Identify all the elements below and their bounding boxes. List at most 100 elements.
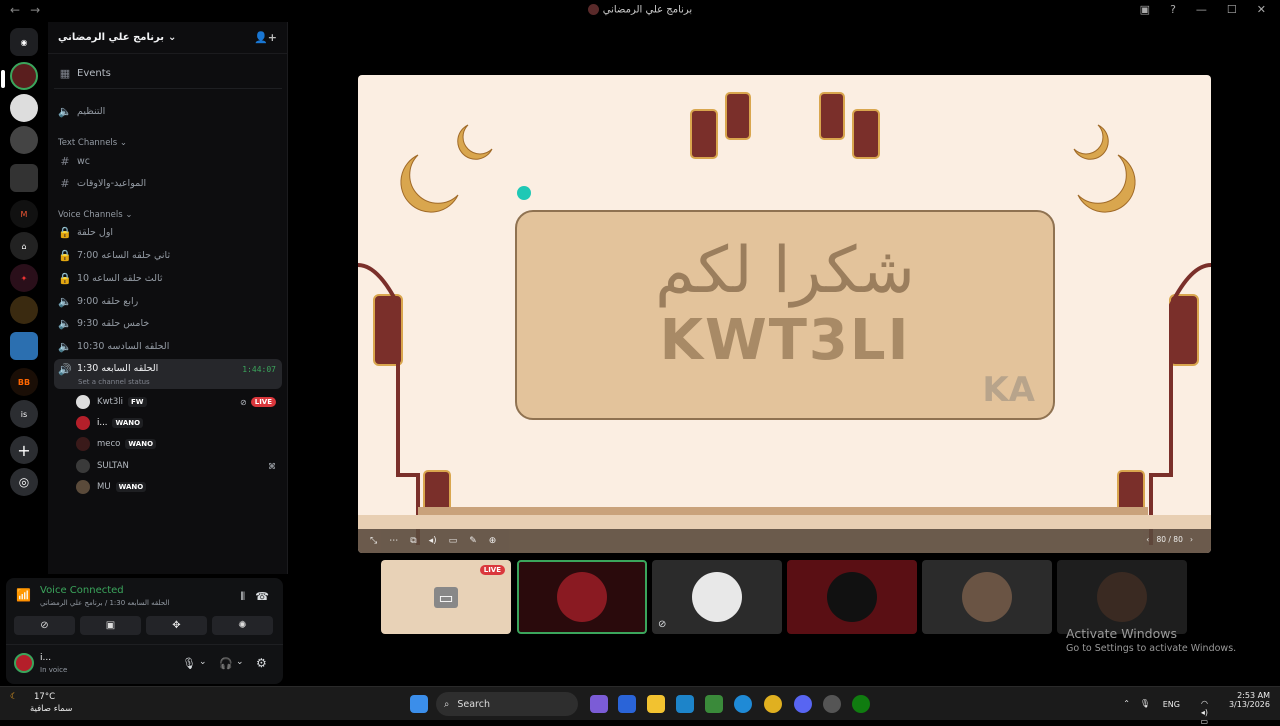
voice-channel-1[interactable]: 🔒 اول حلقة <box>54 222 282 242</box>
lock-icon: 🔒 <box>58 248 72 262</box>
xbox-icon[interactable] <box>852 695 870 713</box>
server-header[interactable]: برنامج علي الرمضاني ⌄ 👤+ <box>48 22 287 54</box>
activities-button[interactable]: ✥ <box>146 616 207 635</box>
voice-member[interactable]: Kwt3li FW ⊘ LIVE <box>76 393 276 411</box>
popout-icon[interactable]: ⧉ <box>410 536 416 546</box>
soundboard-icon: ✺ <box>238 620 247 631</box>
clock-date[interactable]: 3/13/2026 <box>1229 700 1270 709</box>
participant-tile[interactable] <box>787 560 917 634</box>
start-icon[interactable] <box>410 695 428 713</box>
participant-tile[interactable]: ⊘ <box>652 560 782 634</box>
zoom-icon[interactable]: ⊕ <box>489 536 497 546</box>
events-item[interactable]: ▦ Events <box>54 63 282 83</box>
invite-icon[interactable]: 👤+ <box>254 31 277 44</box>
speaker-active-icon: 🔊 <box>58 363 72 376</box>
participant-tile[interactable] <box>517 560 647 634</box>
discord-icon[interactable] <box>794 695 812 713</box>
discover-icon[interactable]: ◎ <box>10 468 38 496</box>
voice-channel-top[interactable]: 🔈 التنظيم <box>54 101 282 121</box>
system-tray[interactable]: ⌃ 🎙 ENG ◠ ◂) ▭ 2:53 AM 3/13/2026 <box>1123 691 1270 726</box>
server-icon-9[interactable]: BB <box>10 368 38 396</box>
edit-icon[interactable]: ✎ <box>469 536 477 546</box>
voice-channel-4[interactable]: 🔈 رابع حلقه 9:00 <box>54 291 282 311</box>
server-icon-6[interactable]: ✦ <box>10 264 38 292</box>
voice-category[interactable]: Voice Channels ⌄ <box>58 210 132 220</box>
copilot-icon[interactable] <box>590 695 608 713</box>
maximize-button[interactable]: ☐ <box>1227 3 1237 16</box>
shield-icon[interactable] <box>618 695 636 713</box>
screen-share-icon: ▣ <box>105 620 116 631</box>
minecraft-icon[interactable] <box>705 695 723 713</box>
discord-home-icon[interactable]: ◉ <box>10 28 38 56</box>
close-button[interactable]: ✕ <box>1257 3 1266 16</box>
camera-toggle-button[interactable]: ⊘ <box>14 616 75 635</box>
volume-icon[interactable]: ◂) <box>429 536 437 546</box>
server-icon-m[interactable]: M <box>10 200 38 228</box>
voice-channel-6[interactable]: 🔈 الحلقه السادسه 10:30 <box>54 336 282 356</box>
voice-connected-label[interactable]: Voice Connected <box>40 585 124 596</box>
server-icon-is[interactable]: is <box>10 400 38 428</box>
chevron-down-icon[interactable]: ⌄ <box>236 657 244 667</box>
folder-icon[interactable] <box>647 695 665 713</box>
voice-member[interactable]: MU WANO <box>76 478 276 496</box>
server-icon-3[interactable] <box>10 126 38 154</box>
channel-status[interactable]: Set a channel status <box>78 378 150 386</box>
language-indicator[interactable]: ENG <box>1163 700 1180 709</box>
avatar <box>76 416 90 430</box>
weather-widget[interactable]: ☾ 17°C سماء صافية <box>10 692 72 714</box>
voice-channel-active[interactable]: 🔊 الحلقه السابعه 1:30 1:44:07 Set a chan… <box>54 359 282 389</box>
chevron-down-icon[interactable]: ⌄ <box>199 657 207 667</box>
voice-channel-path[interactable]: الحلقه السابعه 1:30 / برنامج علي الرمضان… <box>40 599 169 607</box>
soundboard-button[interactable]: ✺ <box>212 616 273 635</box>
voice-member[interactable]: meco WANO <box>76 435 276 453</box>
server-folder-2[interactable] <box>10 332 38 360</box>
server-icon-7[interactable] <box>10 296 38 324</box>
participant-tile[interactable] <box>922 560 1052 634</box>
wifi-icon[interactable]: ◠ ◂) ▭ <box>1200 699 1208 726</box>
text-channel-schedule[interactable]: # المواعيد-والاوقات <box>54 173 282 193</box>
store-icon[interactable] <box>676 695 694 713</box>
signal-icon[interactable]: 📶 <box>16 588 31 602</box>
chevron-up-icon[interactable]: ⌃ <box>1123 699 1130 708</box>
clock-time[interactable]: 2:53 AM <box>1229 691 1270 700</box>
search-box[interactable]: ⌕ Search <box>436 692 578 716</box>
server-icon-ghost[interactable] <box>10 94 38 122</box>
minimize-button[interactable]: — <box>1196 3 1207 16</box>
fullscreen-icon[interactable]: ▭ <box>449 536 458 546</box>
disconnect-icon[interactable]: ☎ <box>255 590 269 603</box>
voice-member[interactable]: i... WANO <box>76 414 276 432</box>
user-avatar[interactable] <box>14 653 34 673</box>
voice-channel-3[interactable]: 🔒 ثالث حلقه الساعه 10 <box>54 268 282 288</box>
app-icon[interactable] <box>823 695 841 713</box>
server-folder-1[interactable] <box>10 164 38 192</box>
thank-you-card: شكرا لكم KWT3LI KA <box>515 210 1055 420</box>
voice-channel-5[interactable]: 🔈 خامس حلقه 9:30 <box>54 313 282 333</box>
collapse-icon[interactable]: ⤡ <box>370 536 377 546</box>
more-icon[interactable]: ⋯ <box>389 536 398 546</box>
text-category[interactable]: Text Channels ⌄ <box>58 138 127 148</box>
speaker-icon: 🔈 <box>58 339 72 353</box>
stream-thumbnail[interactable]: LIVE ▭ <box>381 560 511 634</box>
inbox-icon[interactable]: ▣ <box>1140 3 1150 16</box>
avatar <box>827 572 877 622</box>
screen-share-button[interactable]: ▣ <box>80 616 141 635</box>
help-icon[interactable]: ? <box>1170 3 1176 16</box>
server-icon-5[interactable]: ⌂ <box>10 232 38 260</box>
chrome-icon[interactable] <box>764 695 782 713</box>
headphones-icon[interactable]: 🎧 <box>219 657 233 670</box>
voice-channel-2[interactable]: 🔒 ثاني حلقه الساعه 7:00 <box>54 245 282 265</box>
add-server-icon[interactable]: + <box>10 436 38 464</box>
channel-sidebar: برنامج علي الرمضاني ⌄ 👤+ ▦ Events 🔈 التنظي… <box>48 22 288 574</box>
stream-view[interactable]: شكرا لكم KWT3LI KA ⤡ ⋯ ⧉ ◂) ▭ ✎ ⊕ ‹ 80 /… <box>358 75 1211 553</box>
stream-stage: شكرا لكم KWT3LI KA ⤡ ⋯ ⧉ ◂) ▭ ✎ ⊕ ‹ 80 /… <box>288 22 1280 686</box>
microphone-icon[interactable]: 🎙 <box>182 657 196 670</box>
edge-icon[interactable] <box>734 695 752 713</box>
gear-icon[interactable]: ⚙ <box>256 656 267 670</box>
server-icon-ramadani[interactable] <box>10 62 38 90</box>
text-channel-wc[interactable]: # wc <box>54 151 282 171</box>
voice-member[interactable]: SULTAN ⌘ <box>76 457 276 475</box>
microphone-tray-icon[interactable]: 🎙 <box>1140 699 1150 708</box>
noise-suppression-icon[interactable]: ⫴ <box>240 590 245 604</box>
participant-tile[interactable] <box>1057 560 1187 634</box>
hash-icon: # <box>60 176 70 190</box>
